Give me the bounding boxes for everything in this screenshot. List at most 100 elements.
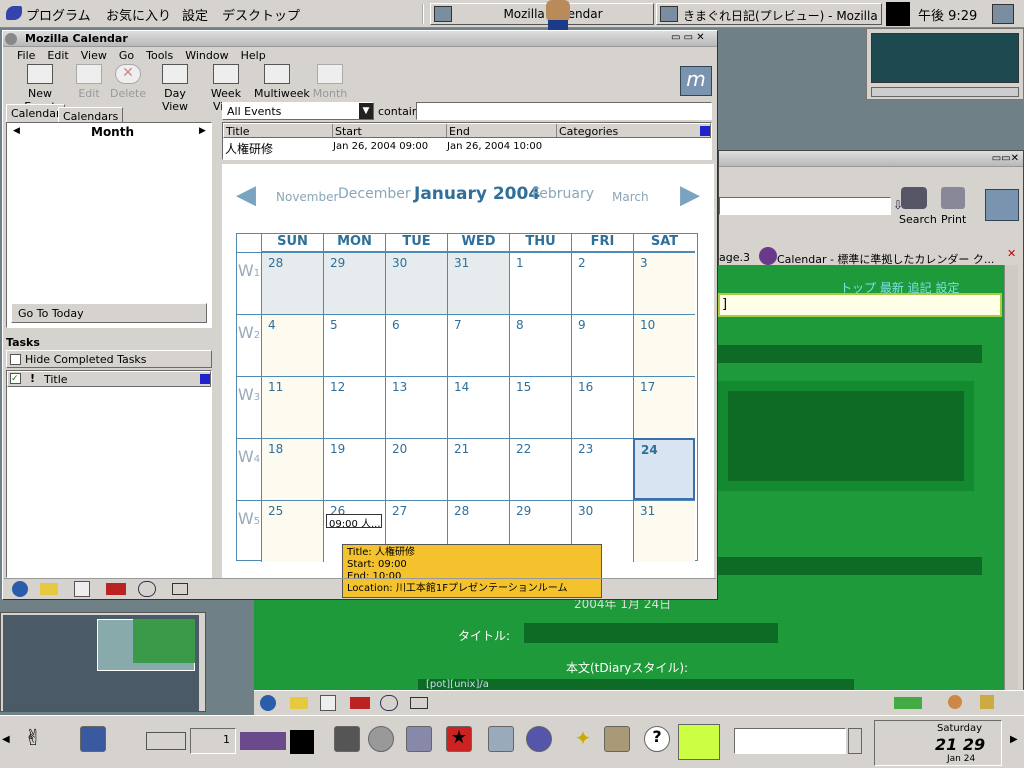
panel-clock-applet[interactable]: Saturday 21 29 Jan 24: [874, 720, 1002, 766]
search-icon[interactable]: [901, 187, 927, 209]
compose-icon[interactable]: [74, 581, 90, 597]
multiweek-button[interactable]: Multiweek: [254, 64, 310, 100]
terminal-icon[interactable]: [290, 730, 314, 754]
window-menu-icon[interactable]: [5, 33, 17, 45]
print-button[interactable]: Print: [941, 213, 966, 226]
day-cell[interactable]: 16: [571, 376, 633, 438]
workspace-pager[interactable]: [0, 612, 206, 712]
show-desktop-icon[interactable]: [146, 732, 186, 750]
day-cell[interactable]: 29: [323, 252, 385, 314]
composer-icon[interactable]: [410, 697, 428, 709]
day-cell[interactable]: 17: [633, 376, 695, 438]
files-icon[interactable]: [488, 726, 514, 752]
prev-month-arrow-icon[interactable]: ◀: [13, 126, 20, 136]
day-cell[interactable]: 14: [447, 376, 509, 438]
day-cell[interactable]: 11: [261, 376, 323, 438]
col-start[interactable]: Start: [332, 124, 364, 138]
day-cell[interactable]: 30: [385, 252, 447, 314]
globe-icon[interactable]: [260, 695, 276, 711]
month-nav-prev1[interactable]: December: [338, 186, 411, 202]
next-month-arrow-icon[interactable]: ▶: [680, 180, 700, 210]
editor-icon[interactable]: [406, 726, 432, 752]
day-cell[interactable]: 12: [323, 376, 385, 438]
browser-tab[interactable]: age.3: [719, 251, 750, 264]
day-cell[interactable]: 24: [633, 438, 695, 500]
chat-icon[interactable]: [138, 581, 156, 597]
window-controls[interactable]: ▭▭✕: [992, 153, 1019, 164]
day-cell[interactable]: 3: [633, 252, 695, 314]
day-cell[interactable]: 1: [509, 252, 571, 314]
event-filter-select[interactable]: All Events ▼: [222, 102, 374, 120]
menu-help[interactable]: Help: [241, 49, 266, 62]
panel-left-arrow-icon[interactable]: ◀: [2, 734, 10, 745]
day-cell[interactable]: 15: [509, 376, 571, 438]
composer-icon[interactable]: [172, 583, 188, 595]
panel-clock[interactable]: 午後 9:29: [918, 5, 977, 24]
column-picker-icon[interactable]: [200, 374, 210, 384]
menu-file[interactable]: File: [17, 49, 35, 62]
day-cell[interactable]: 28: [261, 252, 323, 314]
month-nav-next2[interactable]: March: [612, 190, 649, 204]
checkbox-box[interactable]: [10, 354, 21, 365]
menu-view[interactable]: View: [81, 49, 107, 62]
grapes-icon[interactable]: [526, 726, 552, 752]
page-scrollbar[interactable]: [1004, 265, 1018, 690]
day-cell[interactable]: 8: [509, 314, 571, 376]
spin-icon[interactable]: [848, 728, 862, 754]
volume-icon[interactable]: [240, 732, 286, 750]
addressbook-icon[interactable]: [350, 697, 370, 709]
day-cell[interactable]: 23: [571, 438, 633, 500]
check-column-icon[interactable]: ✓: [10, 373, 21, 384]
task-title-column[interactable]: Title: [44, 373, 68, 386]
dropdown-arrow-icon[interactable]: ▼: [359, 103, 373, 119]
day-cell[interactable]: 25: [261, 500, 323, 562]
event-list-row[interactable]: 人権研修 Jan 26, 2004 09:00 Jan 26, 2004 10:…: [223, 138, 711, 156]
month-nav-prev2[interactable]: November: [276, 190, 338, 204]
print-icon[interactable]: [941, 187, 965, 209]
panel-handle[interactable]: [422, 4, 430, 24]
close-tab-icon[interactable]: ✕: [1007, 247, 1016, 260]
window-controls[interactable]: ▭ ▭ ✕: [671, 32, 705, 43]
day-cell[interactable]: 18: [261, 438, 323, 500]
workspace-switcher[interactable]: 1: [190, 728, 236, 754]
search-button[interactable]: Search: [899, 213, 937, 226]
body-textarea[interactable]: [pot][unix]/a: [418, 679, 854, 690]
addressbook-icon[interactable]: [106, 583, 126, 595]
tab-calendar[interactable]: Calendar: [6, 104, 66, 123]
day-cell[interactable]: 31: [633, 500, 695, 562]
col-categories[interactable]: Categories: [556, 124, 620, 138]
day-cell[interactable]: 9: [571, 314, 633, 376]
display-icon[interactable]: [80, 726, 106, 752]
day-cell[interactable]: 6: [385, 314, 447, 376]
flag-icon[interactable]: [334, 726, 360, 752]
taskbar-button-mozilla[interactable]: きまぐれ日記(プレビュー) - Mozilla: [656, 3, 882, 25]
day-cell[interactable]: 20: [385, 438, 447, 500]
priority-column-icon[interactable]: !: [30, 372, 35, 385]
month-nav-next1[interactable]: February: [532, 186, 594, 202]
hide-completed-checkbox[interactable]: Hide Completed Tasks: [6, 350, 212, 368]
gnu-icon[interactable]: [368, 726, 394, 752]
globe-icon[interactable]: [12, 581, 28, 597]
programs-menu[interactable]: プログラム: [26, 5, 91, 24]
gnome-foot-icon[interactable]: ✌: [24, 726, 50, 752]
sticky-note-icon[interactable]: [678, 724, 720, 760]
go-today-button[interactable]: Go To Today: [11, 303, 207, 323]
panel-right-arrow-icon[interactable]: ▶: [1010, 734, 1018, 745]
col-title[interactable]: Title: [226, 125, 250, 138]
delete-button[interactable]: ✕ Delete: [110, 64, 146, 100]
day-cell[interactable]: 4: [261, 314, 323, 376]
day-cell[interactable]: 7: [447, 314, 509, 376]
prev-month-arrow-icon[interactable]: ◀: [236, 180, 256, 210]
menu-go[interactable]: Go: [119, 49, 134, 62]
day-cell[interactable]: 19: [323, 438, 385, 500]
toolbox-icon[interactable]: [604, 726, 630, 752]
col-end[interactable]: End: [446, 124, 472, 138]
column-picker-icon[interactable]: [700, 126, 710, 136]
favorites-menu[interactable]: お気に入り: [106, 5, 171, 24]
compose-icon[interactable]: [320, 695, 336, 711]
menu-window[interactable]: Window: [185, 49, 228, 62]
day-cell[interactable]: 22: [509, 438, 571, 500]
next-month-arrow-icon[interactable]: ▶: [199, 126, 206, 136]
title-bar[interactable]: Mozilla Calendar: [3, 31, 717, 47]
day-cell[interactable]: 5: [323, 314, 385, 376]
